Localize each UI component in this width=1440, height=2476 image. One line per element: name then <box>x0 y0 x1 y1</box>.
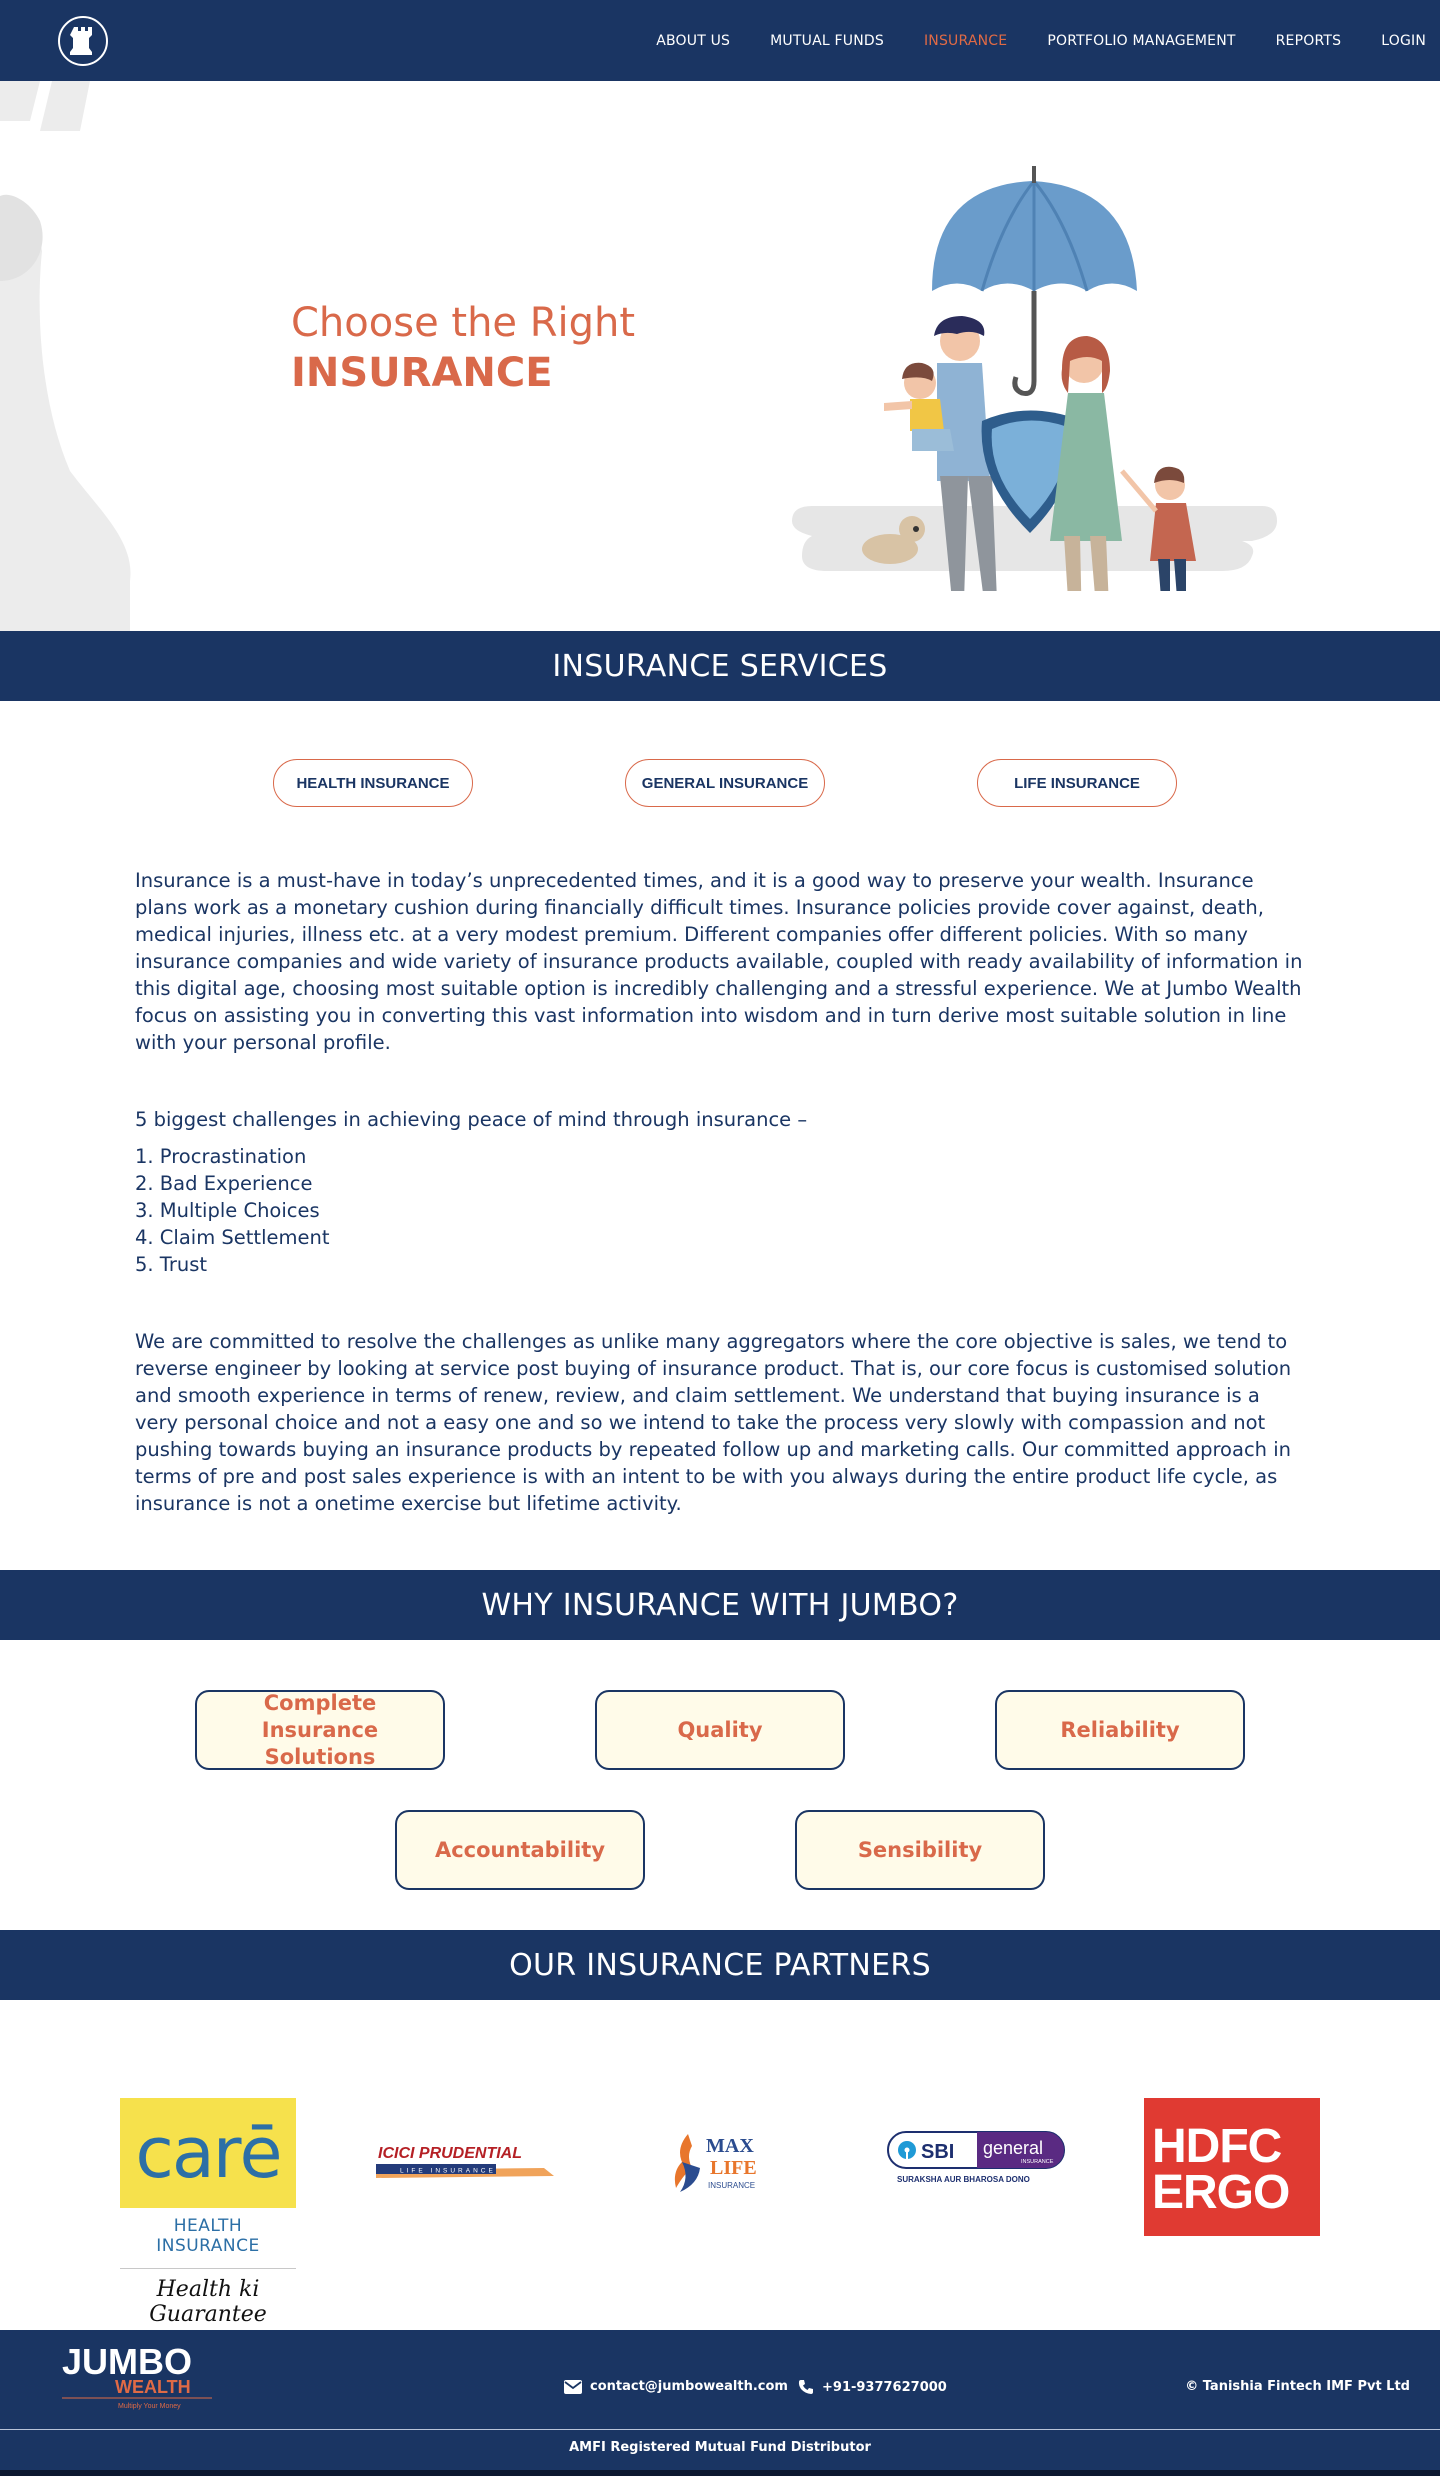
hdfc-line2: ERGO <box>1152 2166 1290 2219</box>
sbi-tagline: SURAKSHA AUR BHAROSA DONO <box>897 2175 1030 2184</box>
chess-rook-icon[interactable] <box>58 15 108 66</box>
services-section-header: INSURANCE SERVICES <box>0 631 1440 701</box>
commitment-paragraph: We are committed to resolve the challeng… <box>135 1330 1292 1515</box>
top-navbar: ABOUT US MUTUAL FUNDS INSURANCE PORTFOLI… <box>0 0 1440 81</box>
why-reliability: Reliability <box>995 1690 1245 1770</box>
nav-mutual-funds[interactable]: MUTUAL FUNDS <box>770 33 884 49</box>
why-section: Complete Insurance Solutions Quality Rel… <box>0 1640 1440 1930</box>
max-line2: LIFE <box>710 2157 757 2179</box>
icici-subtitle: LIFE INSURANCE <box>400 2168 496 2175</box>
nav-login[interactable]: LOGIN <box>1381 33 1426 49</box>
why-row-1: Complete Insurance Solutions Quality Rel… <box>0 1640 1440 1770</box>
footer-email-text: contact@jumbowealth.com <box>590 2379 788 2394</box>
list-item: 4. Claim Settlement <box>135 1226 330 1249</box>
footer-divider <box>0 2429 1440 2430</box>
hero-heading: Choose the Right INSURANCE <box>291 299 635 397</box>
challenges-intro: 5 biggest challenges in achieving peace … <box>135 1108 808 1131</box>
icici-prudential-logo: ICICI PRUDENTIAL LIFE INSURANCE <box>376 2145 554 2178</box>
care-tagline: Health ki Guarantee <box>149 2277 267 2327</box>
max-line3: INSURANCE <box>708 2181 755 2190</box>
chess-piece-background <box>0 81 131 631</box>
nav-insurance[interactable]: INSURANCE <box>924 33 1007 49</box>
services-content: Insurance is a must-have in today’s unpr… <box>0 867 1440 1517</box>
list-item: 2. Bad Experience <box>135 1172 313 1195</box>
list-item: 3. Multiple Choices <box>135 1199 320 1222</box>
hero-title-line1: Choose the Right <box>291 300 636 346</box>
services-section: HEALTH INSURANCE GENERAL INSURANCE LIFE … <box>0 701 1440 1517</box>
partners-section: carē HEALTH INSURANCE Health ki Guarante… <box>0 2000 1440 2330</box>
general-insurance-button[interactable]: GENERAL INSURANCE <box>625 759 825 807</box>
why-accountability: Accountability <box>395 1810 645 1890</box>
sbi-small: INSURANCE <box>1021 2159 1054 2165</box>
icici-name: ICICI PRUDENTIAL <box>378 2145 522 2162</box>
care-logo-subtitle: HEALTH INSURANCE <box>156 2216 260 2256</box>
footer-logo-line2: WEALTH <box>115 2377 191 2397</box>
footer-amfi-text: AMFI Registered Mutual Fund Distributor <box>569 2440 871 2455</box>
why-row-2: Accountability Sensibility <box>0 1770 1440 1930</box>
max-line1: MAX <box>706 2135 754 2157</box>
hdfc-line1: HDFC <box>1152 2120 1282 2173</box>
sbi-brand: SBI <box>921 2141 954 2163</box>
max-life-logo: MAX LIFE INSURANCE <box>674 2134 757 2192</box>
list-item: 1. Procrastination <box>135 1145 307 1168</box>
footer-logo-tagline: Multiply Your Money <box>118 2403 181 2410</box>
sbi-word: general <box>983 2138 1043 2158</box>
intro-paragraph: Insurance is a must-have in today’s unpr… <box>135 869 1303 1054</box>
footer-copyright: © Tanishia Fintech IMF Pvt Ltd <box>1185 2379 1410 2394</box>
nav-reports[interactable]: REPORTS <box>1276 33 1342 49</box>
jumbo-wealth-logo[interactable]: JUMBO WEALTH Multiply Your Money <box>60 2338 220 2420</box>
footer-bottom-strip <box>0 2470 1440 2476</box>
site-footer: JUMBO WEALTH Multiply Your Money contact… <box>0 2330 1440 2476</box>
partners-section-header: OUR INSURANCE PARTNERS <box>0 1930 1440 2000</box>
life-insurance-button[interactable]: LIFE INSURANCE <box>977 759 1177 807</box>
challenges-list: 1. Procrastination 2. Bad Experience 3. … <box>135 1143 1305 1278</box>
footer-email[interactable]: contact@jumbowealth.com <box>564 2379 788 2394</box>
mail-icon <box>564 2379 582 2394</box>
phone-icon <box>798 2379 814 2395</box>
list-item: 5. Trust <box>135 1253 208 1276</box>
health-insurance-button[interactable]: HEALTH INSURANCE <box>273 759 473 807</box>
why-sensibility: Sensibility <box>795 1810 1045 1890</box>
nav-portfolio-management[interactable]: PORTFOLIO MANAGEMENT <box>1047 33 1235 49</box>
footer-logo-line1: JUMBO <box>62 2341 192 2382</box>
sbi-general-logo: SBI general INSURANCE SURAKSHA AUR BHARO… <box>887 2131 1065 2184</box>
main-menu: ABOUT US MUTUAL FUNDS INSURANCE PORTFOLI… <box>616 33 1426 49</box>
why-section-header: WHY INSURANCE WITH JUMBO? <box>0 1570 1440 1640</box>
care-divider <box>120 2268 296 2269</box>
family-umbrella-illustration <box>792 166 1277 591</box>
service-pills: HEALTH INSURANCE GENERAL INSURANCE LIFE … <box>0 701 1440 867</box>
hdfc-ergo-logo: HDFC ERGO <box>1144 2098 1320 2236</box>
why-complete-solutions: Complete Insurance Solutions <box>195 1690 445 1770</box>
footer-phone[interactable]: +91-9377627000 <box>798 2379 947 2395</box>
why-quality: Quality <box>595 1690 845 1770</box>
nav-about-us[interactable]: ABOUT US <box>656 33 730 49</box>
care-logo-mark: carē <box>120 2098 296 2208</box>
care-health-logo: carē HEALTH INSURANCE Health ki Guarante… <box>120 2098 296 2327</box>
footer-phone-text: +91-9377627000 <box>822 2379 947 2395</box>
hero-section: Choose the Right INSURANCE <box>0 81 1440 631</box>
hero-title-line2: INSURANCE <box>291 350 553 396</box>
